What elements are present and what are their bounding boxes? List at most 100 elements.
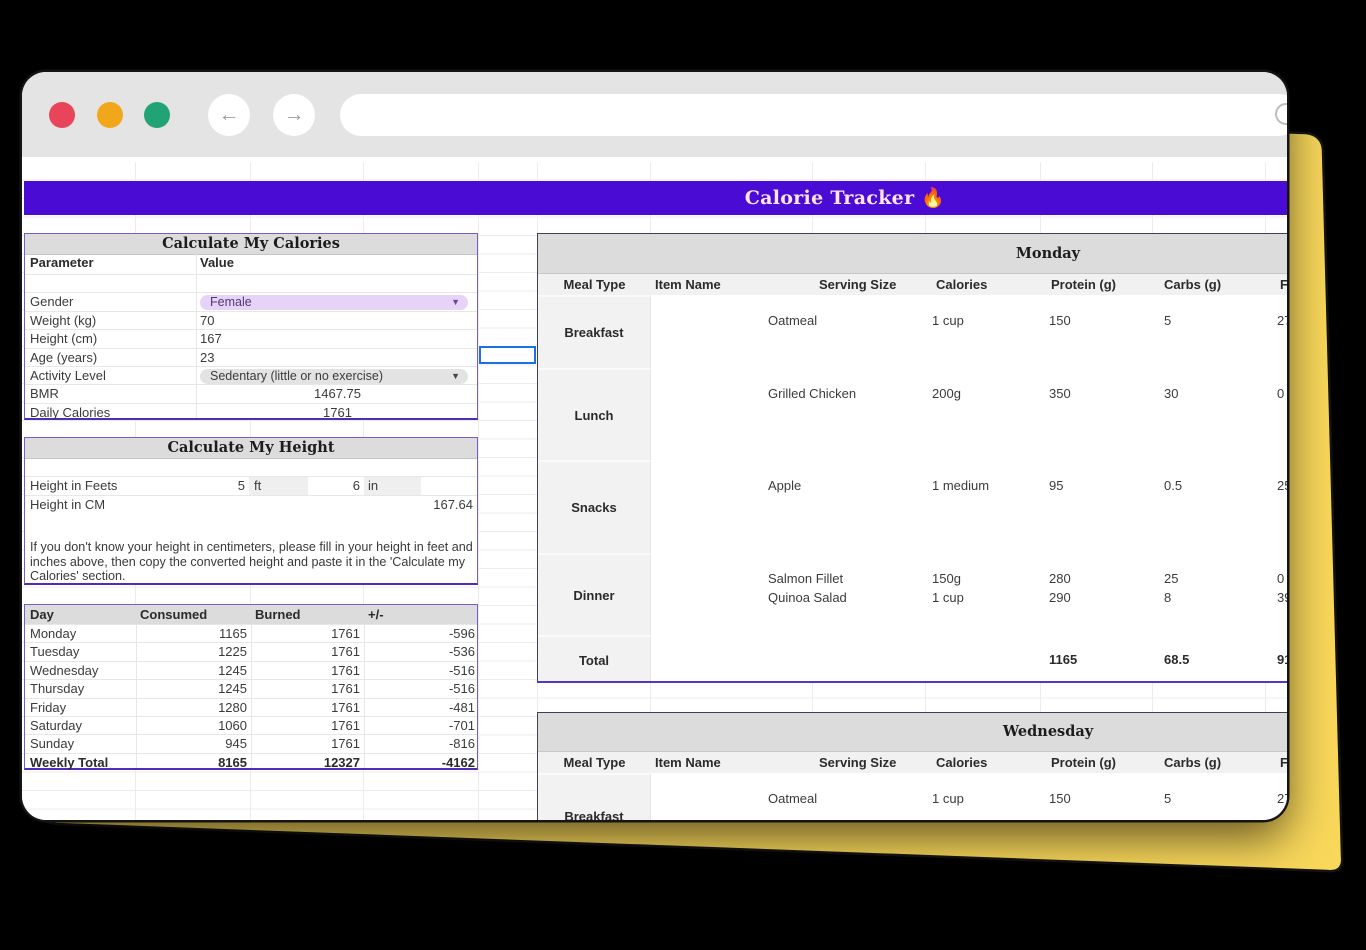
- title-banner: Calorie Tracker 🔥: [24, 181, 1287, 215]
- feet-label: Height in Feets: [30, 477, 117, 495]
- meal-header-row: Meal TypeItem Name Serving SizeCalories …: [538, 274, 1287, 295]
- empty-row: [25, 274, 477, 293]
- daily-calories-label: Daily Calories: [30, 404, 110, 422]
- inches-unit: in: [368, 477, 378, 495]
- flame-icon: 🔥: [921, 187, 945, 209]
- gender-dropdown[interactable]: Female ▼: [200, 295, 468, 311]
- dinner-block: Dinner Salmon Fillet150g 28025 01 Quinoa…: [538, 553, 1287, 635]
- wednesday-table: Wednesday Meal TypeItem Name Serving Siz…: [537, 712, 1287, 820]
- cm-value[interactable]: 167.64: [433, 496, 473, 514]
- height-value[interactable]: 167: [200, 330, 222, 348]
- table-row: Oatmeal1 cup 1505 273: [651, 312, 1287, 331]
- table-row: Sunday9451761-816: [25, 734, 477, 753]
- height-row: Height (cm) 167: [25, 329, 477, 348]
- table-row: Oatmeal1 cup 1505 273: [651, 790, 1287, 809]
- scene: ← → Calorie Tracker 🔥 Calculate My Calor…: [0, 0, 1366, 950]
- spreadsheet: Calorie Tracker 🔥 Calculate My Calories …: [22, 157, 1287, 820]
- weekly-table: Day Consumed Burned +/- Monday11651761-5…: [24, 604, 478, 770]
- chevron-down-icon: ▼: [451, 369, 460, 385]
- meal-type-cell: Snacks: [538, 460, 651, 553]
- maximize-window-button[interactable]: [144, 102, 170, 128]
- wednesday-title: Wednesday: [538, 713, 1287, 751]
- cm-row: Height in CM 167.64: [25, 495, 477, 514]
- browser-chrome: ← →: [22, 72, 1287, 157]
- inches-value[interactable]: 6: [308, 477, 360, 495]
- meal-type-cell: Lunch: [538, 368, 651, 460]
- browser-window: ← → Calorie Tracker 🔥 Calculate My Calor…: [22, 72, 1287, 820]
- gender-label: Gender: [30, 293, 73, 311]
- burned-header: Burned: [255, 605, 364, 624]
- value-header: Value: [200, 254, 234, 272]
- table-row: Wednesday12451761-516: [25, 661, 477, 680]
- weekly-total-row: Weekly Total816512327-4162: [25, 753, 477, 772]
- weight-label: Weight (kg): [30, 312, 96, 330]
- back-button[interactable]: ←: [208, 94, 250, 136]
- net-header: +/-: [368, 605, 479, 624]
- total-block: Total 116568.5 914: [538, 635, 1287, 683]
- monday-table: Monday Meal TypeItem Name Serving SizeCa…: [537, 233, 1287, 682]
- daily-calories-row: Daily Calories 1761: [25, 403, 477, 422]
- table-row: Salmon Fillet150g 28025 01: [651, 570, 1287, 589]
- total-row: 116568.5 914: [651, 651, 1287, 670]
- bmr-row: BMR 1467.75: [25, 384, 477, 403]
- chevron-down-icon: ▼: [451, 295, 460, 311]
- forward-button[interactable]: →: [273, 94, 315, 136]
- table-row: Tuesday12251761-536: [25, 642, 477, 661]
- breakfast-block: Breakfast Oatmeal1 cup 1505 273: [538, 773, 1287, 820]
- forward-arrow-icon: →: [284, 103, 305, 126]
- calc-height-title: Calculate My Height: [25, 438, 477, 459]
- param-header: Parameter: [30, 254, 94, 272]
- consumed-header: Consumed: [140, 605, 251, 624]
- calc-calories-title: Calculate My Calories: [25, 234, 477, 255]
- cm-label: Height in CM: [30, 496, 105, 514]
- table-row: Quinoa Salad1 cup 2908 396: [651, 589, 1287, 608]
- table-row: Thursday12451761-516: [25, 679, 477, 698]
- meal-type-cell: Dinner: [538, 553, 651, 635]
- feet-value[interactable]: 5: [196, 477, 245, 495]
- table-row: Friday12801761-481: [25, 698, 477, 717]
- monday-title: Monday: [538, 234, 1287, 273]
- meal-type-cell: Breakfast: [538, 773, 651, 820]
- age-value[interactable]: 23: [200, 349, 214, 367]
- total-cell: Total: [538, 635, 651, 683]
- weekly-header-row: Day Consumed Burned +/-: [25, 605, 477, 624]
- table-row: Monday11651761-596: [25, 624, 477, 643]
- activity-row: Activity Level Sedentary (little or no e…: [25, 366, 477, 385]
- table-row: Saturday10601761-701: [25, 716, 477, 735]
- lunch-block: Lunch Grilled Chicken200g 35030 02: [538, 368, 1287, 460]
- table-row: Apple1 medium 950.5 250: [651, 477, 1287, 496]
- breakfast-block: Breakfast Oatmeal1 cup 1505 273: [538, 295, 1287, 368]
- activity-label: Activity Level: [30, 367, 106, 385]
- bmr-value[interactable]: 1467.75: [196, 385, 479, 403]
- feet-row: Height in Feets 5 ft 6 in: [25, 476, 477, 495]
- calc-height-table: Calculate My Height Height in Feets 5 ft…: [24, 437, 478, 585]
- activity-dropdown[interactable]: Sedentary (little or no exercise) ▼: [200, 369, 468, 385]
- wednesday-title-block: Wednesday: [538, 713, 1287, 752]
- age-row: Age (years) 23: [25, 348, 477, 367]
- bmr-label: BMR: [30, 385, 59, 403]
- minimize-window-button[interactable]: [97, 102, 123, 128]
- back-arrow-icon: ←: [219, 103, 240, 126]
- table-row: Grilled Chicken200g 35030 02: [651, 385, 1287, 404]
- day-header: Day: [30, 605, 54, 624]
- meal-header-row: Meal TypeItem Name Serving SizeCalories …: [538, 752, 1287, 773]
- monday-title-block: Monday: [538, 234, 1287, 274]
- monday-table-bottom-border: [537, 681, 1287, 684]
- feet-unit: ft: [254, 477, 261, 495]
- daily-calories-value[interactable]: 1761: [196, 404, 479, 422]
- page-title: Calorie Tracker: [745, 187, 915, 209]
- activity-value: Sedentary (little or no exercise): [210, 369, 383, 385]
- height-label: Height (cm): [30, 330, 97, 348]
- gender-row: Gender Female ▼: [25, 292, 477, 311]
- weight-value[interactable]: 70: [200, 312, 214, 330]
- gender-value: Female: [210, 295, 252, 311]
- active-cell[interactable]: [479, 346, 536, 364]
- snacks-block: Snacks Apple1 medium 950.5 250: [538, 460, 1287, 553]
- meal-type-cell: Breakfast: [538, 295, 651, 368]
- age-label: Age (years): [30, 349, 97, 367]
- calc-calories-table: Calculate My Calories Parameter Value Gen…: [24, 233, 478, 420]
- height-note: If you don't know your height in centime…: [30, 540, 476, 584]
- weight-row: Weight (kg) 70: [25, 311, 477, 330]
- close-window-button[interactable]: [49, 102, 75, 128]
- url-bar[interactable]: [340, 94, 1287, 136]
